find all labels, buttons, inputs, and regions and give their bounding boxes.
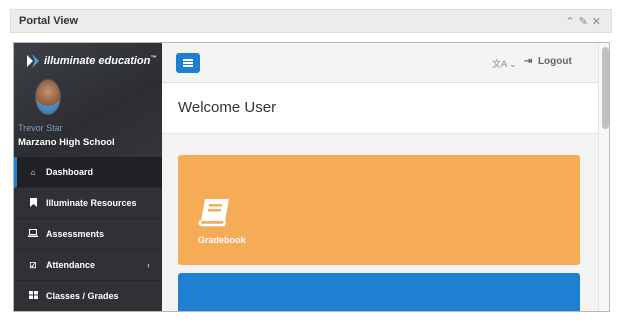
vertical-scrollbar[interactable] xyxy=(598,43,609,311)
language-dropdown[interactable]: 文A ⌄ xyxy=(492,57,517,70)
school-name: Marzano High School xyxy=(18,137,115,148)
menu-bar-1 xyxy=(183,59,193,61)
illuminate-logo-icon xyxy=(27,54,39,68)
portal-viewport: illuminate education™ Trevor Star Marzan… xyxy=(13,42,610,312)
sidebar-item-label: Classes / Grades xyxy=(46,291,119,301)
sidebar-item-dashboard[interactable]: ⌂ Dashboard xyxy=(14,157,162,188)
sidebar-profile: illuminate education™ Trevor Star Marzan… xyxy=(14,43,162,157)
book-icon xyxy=(198,199,229,227)
screenshot-frame: Portal View ⌃✎✕ illuminate education™ Tr… xyxy=(0,0,623,326)
avatar xyxy=(35,79,61,115)
sidebar-item-label: Illuminate Resources xyxy=(46,198,137,208)
gradebook-label: Gradebook xyxy=(198,235,246,245)
welcome-banner: Welcome User xyxy=(162,83,598,134)
logout-label: Logout xyxy=(537,56,572,67)
sidebar-item-label: Attendance xyxy=(46,260,96,270)
portal-view-header: Portal View ⌃✎✕ xyxy=(10,9,612,33)
sidebar-item-illuminate-resources[interactable]: Illuminate Resources xyxy=(14,188,162,219)
sidebar-item-label: Dashboard xyxy=(46,167,94,177)
home-icon: ⌂ xyxy=(30,167,36,177)
sidebar-item-classes-grades[interactable]: Classes / Grades xyxy=(14,281,162,311)
sidebar-item-label: Assessments xyxy=(46,229,105,239)
sidebar: illuminate education™ Trevor Star Marzan… xyxy=(14,43,162,311)
sidebar-nav: ⌂ Dashboard Illuminate Resources Assessm… xyxy=(14,157,162,311)
laptop-icon xyxy=(28,229,38,239)
page-title: Welcome User xyxy=(178,99,277,116)
portal-actions: ⌃✎✕ xyxy=(565,15,605,28)
gradebook-card[interactable]: Gradebook xyxy=(178,155,580,265)
blue-card[interactable] xyxy=(178,273,580,311)
menu-bar-2 xyxy=(183,62,193,64)
close-icon[interactable]: ✕ xyxy=(592,16,605,28)
chevron-up-icon[interactable]: ⌃ xyxy=(565,16,578,28)
chevron-left-icon: ‹ xyxy=(147,260,150,270)
user-name[interactable]: Trevor Star xyxy=(18,123,63,133)
pencil-icon[interactable]: ✎ xyxy=(579,16,592,28)
checkbox-icon: ☑ xyxy=(29,260,37,270)
bookmark-icon xyxy=(28,197,38,209)
menu-bar-3 xyxy=(183,65,193,67)
grid-icon xyxy=(28,291,38,301)
menu-toggle-button[interactable] xyxy=(176,53,200,73)
main-content: 文A ⌄ ⇥ Logout Welcome User Gradebook xyxy=(162,43,598,311)
portal-title: Portal View xyxy=(19,15,79,27)
logout-icon: ⇥ xyxy=(524,56,533,67)
illuminate-logo[interactable]: illuminate education™ xyxy=(20,51,160,71)
sidebar-item-attendance[interactable]: ☑ Attendance ‹ xyxy=(14,250,162,281)
logo-text: illuminate education™ xyxy=(44,55,157,67)
logout-button[interactable]: ⇥ Logout xyxy=(524,56,572,67)
sidebar-item-assessments[interactable]: Assessments xyxy=(14,219,162,250)
top-navbar: 文A ⌄ ⇥ Logout xyxy=(162,43,598,83)
scroll-thumb[interactable] xyxy=(602,47,609,129)
